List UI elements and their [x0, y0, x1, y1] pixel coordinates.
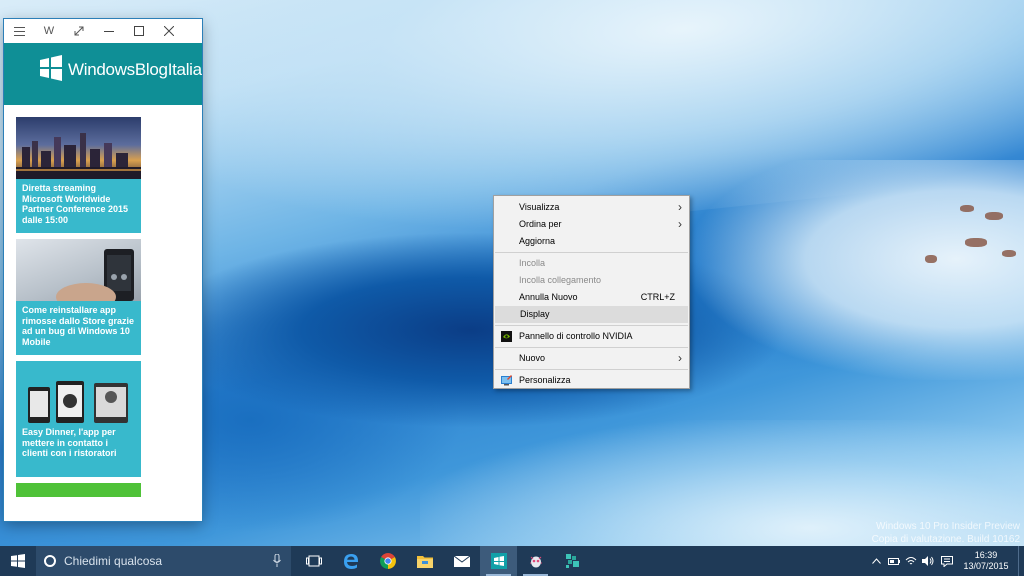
menu-item-ordina-per[interactable]: Ordina per › — [494, 216, 689, 233]
window-title-letter: W — [43, 25, 55, 37]
watermark-build: Copia di valutazione. Build 10162 — [871, 534, 1020, 545]
desktop-context-menu[interactable]: Visualizza › Ordina per › Aggiorna Incol… — [493, 195, 690, 389]
menu-item-aggiorna[interactable]: Aggiorna — [494, 233, 689, 250]
window-titlebar[interactable]: W — [4, 19, 202, 43]
wallpaper-rock — [960, 205, 974, 212]
submenu-arrow-icon: › — [678, 200, 682, 214]
menu-item-label: Incolla — [519, 258, 546, 268]
menu-separator — [495, 252, 688, 253]
menu-separator — [495, 347, 688, 348]
menu-item-label: Display — [520, 309, 550, 319]
article-caption[interactable]: Come reinstallare app rimosse dallo Stor… — [16, 301, 141, 355]
menu-item-visualizza[interactable]: Visualizza › — [494, 199, 689, 216]
windows-logo-icon — [40, 55, 62, 81]
clock-date: 13/07/2015 — [963, 561, 1009, 571]
menu-item-label: Aggiorna — [519, 236, 556, 246]
action-center-icon[interactable] — [936, 546, 958, 576]
wifi-icon[interactable] — [902, 546, 919, 576]
menu-item-nuovo[interactable]: Nuovo › — [494, 350, 689, 367]
article-caption[interactable]: Diretta streaming Microsoft Worldwide Pa… — [16, 179, 141, 233]
submenu-arrow-icon: › — [678, 217, 682, 231]
menu-item-label: Ordina per — [519, 219, 562, 229]
article-card[interactable]: Easy Dinner, l'app per mettere in contat… — [16, 361, 141, 477]
menu-item-nvidia[interactable]: Pannello di controllo NVIDIA — [494, 328, 689, 345]
battery-icon[interactable] — [885, 546, 902, 576]
menu-separator — [495, 325, 688, 326]
taskbar-apps[interactable] — [295, 546, 591, 576]
menu-item-annulla-nuovo[interactable]: Annulla Nuovo CTRL+Z — [494, 289, 689, 306]
cortana-search-box[interactable]: Chiedimi qualcosa — [36, 546, 291, 576]
article-card[interactable]: Diretta streaming Microsoft Worldwide Pa… — [16, 117, 141, 233]
submenu-arrow-icon: › — [678, 351, 682, 365]
menu-item-label: Personalizza — [519, 375, 571, 385]
bug-app-icon[interactable] — [517, 546, 554, 576]
wallpaper-rock — [925, 255, 937, 263]
system-tray[interactable]: 16:39 13/07/2015 — [868, 546, 1024, 576]
menu-separator — [495, 369, 688, 370]
menu-item-label: Visualizza — [519, 202, 560, 212]
show-desktop-button[interactable] — [1018, 546, 1024, 576]
clock-time: 16:39 — [974, 550, 998, 560]
wallpaper-rock — [1002, 250, 1016, 257]
windowsblogitalia-window[interactable]: W WindowsBlogItalia Diretta streaming Mi… — [4, 19, 202, 521]
article-feed[interactable]: Diretta streaming Microsoft Worldwide Pa… — [16, 117, 141, 503]
article-caption[interactable]: Easy Dinner, l'app per mettere in contat… — [16, 423, 141, 477]
microphone-icon[interactable] — [273, 554, 281, 567]
menu-item-incolla[interactable]: Incolla — [494, 255, 689, 272]
search-placeholder: Chiedimi qualcosa — [64, 554, 163, 568]
hamburger-menu-icon[interactable] — [4, 19, 34, 43]
task-view-icon[interactable] — [295, 546, 332, 576]
menu-item-display[interactable]: Display — [495, 306, 688, 323]
menu-item-personalizza[interactable]: Personalizza — [494, 372, 689, 389]
volume-icon[interactable] — [919, 546, 936, 576]
menu-item-label: Nuovo — [519, 353, 546, 363]
menu-item-incolla-collegamento[interactable]: Incolla collegamento — [494, 272, 689, 289]
mail-icon[interactable] — [443, 546, 480, 576]
edge-icon[interactable] — [332, 546, 369, 576]
menu-item-label: Pannello di controllo NVIDIA — [519, 331, 633, 341]
fullscreen-icon[interactable] — [64, 19, 94, 43]
clock[interactable]: 16:39 13/07/2015 — [958, 550, 1014, 572]
article-card-partial[interactable] — [16, 483, 141, 497]
article-thumbnail — [16, 117, 141, 179]
article-thumbnail — [16, 239, 141, 301]
file-explorer-icon[interactable] — [406, 546, 443, 576]
wallpaper-rock — [965, 238, 987, 247]
sway-icon[interactable] — [554, 546, 591, 576]
article-thumbnail — [16, 361, 141, 423]
taskbar[interactable]: Chiedimi qualcosa 16:39 13/07/2015 — [0, 546, 1024, 576]
cortana-icon — [44, 555, 56, 567]
menu-item-shortcut: CTRL+Z — [640, 292, 675, 302]
windowsblogitalia-app-icon[interactable] — [480, 546, 517, 576]
wallpaper-ice — [690, 160, 1024, 380]
chrome-icon[interactable] — [369, 546, 406, 576]
wallpaper-rock — [985, 212, 1003, 220]
minimize-icon[interactable] — [94, 19, 124, 43]
app-header: WindowsBlogItalia — [4, 43, 202, 105]
start-button[interactable] — [0, 546, 36, 576]
article-card[interactable]: Come reinstallare app rimosse dallo Stor… — [16, 239, 141, 355]
windows-start-icon — [11, 554, 25, 568]
brand-title: WindowsBlogItalia — [68, 60, 202, 79]
personalize-icon — [501, 375, 512, 386]
maximize-icon[interactable] — [124, 19, 154, 43]
nvidia-icon — [501, 331, 512, 342]
close-icon[interactable] — [154, 19, 184, 43]
watermark-edition: Windows 10 Pro Insider Preview — [876, 521, 1020, 532]
menu-item-label: Annulla Nuovo — [519, 292, 578, 302]
menu-item-label: Incolla collegamento — [519, 275, 602, 285]
chevron-up-icon[interactable] — [868, 546, 885, 576]
